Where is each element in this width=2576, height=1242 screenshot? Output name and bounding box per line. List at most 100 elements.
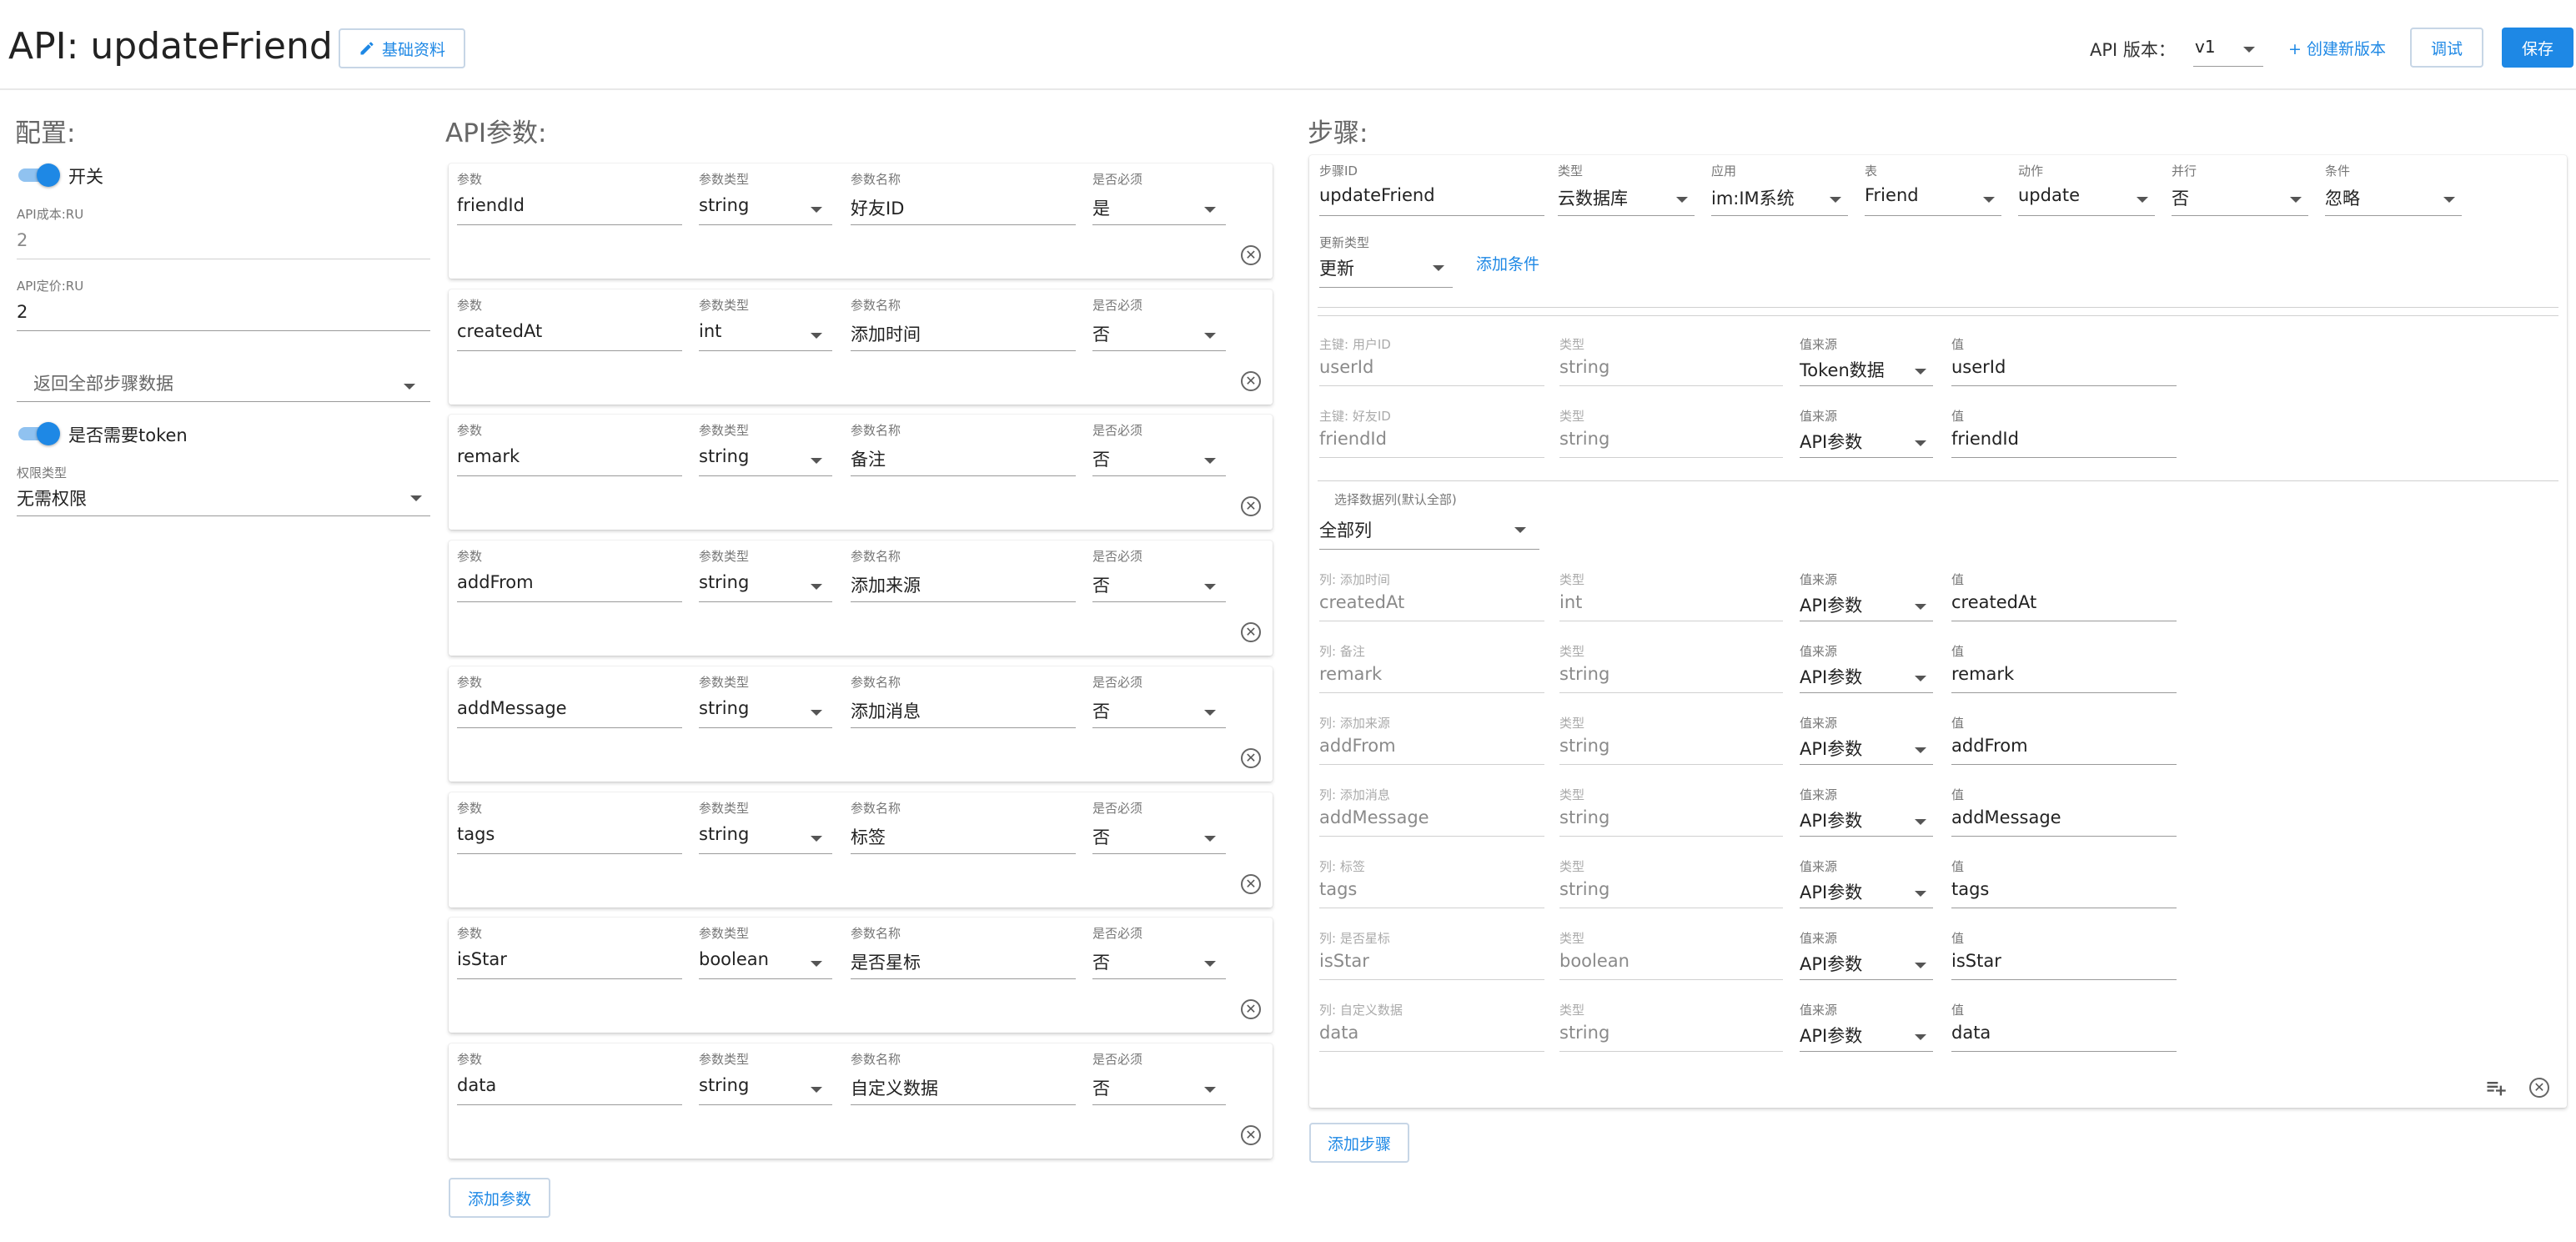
param-type-select[interactable]: string — [699, 189, 832, 225]
field-underline — [457, 350, 682, 351]
param-required-select[interactable]: 否 — [1092, 1069, 1226, 1105]
step-select[interactable]: 否 — [2172, 180, 2308, 217]
chevron-down-icon — [2290, 197, 2302, 203]
param-key-field[interactable]: addFrom — [457, 566, 682, 602]
mapping-value-input[interactable]: data — [1951, 1023, 1991, 1043]
close-circle-icon[interactable]: ✕ — [1241, 622, 1261, 642]
value-source-select[interactable]: API参数 — [1800, 587, 1933, 622]
save-button[interactable]: 保存 — [2502, 28, 2573, 68]
param-key-field[interactable]: isStar — [457, 943, 682, 979]
param-name-field[interactable]: 添加来源 — [851, 566, 1076, 602]
mapping-value-input[interactable]: addMessage — [1951, 807, 2061, 827]
param-field-label: 参数类型 — [699, 926, 750, 941]
add-condition-link[interactable]: 添加条件 — [1476, 252, 1539, 274]
close-circle-icon[interactable]: ✕ — [1241, 371, 1261, 391]
close-circle-icon[interactable]: ✕ — [2529, 1078, 2549, 1098]
param-type-select[interactable]: string — [699, 440, 832, 476]
value-source-select[interactable]: API参数 — [1800, 731, 1933, 766]
permission-select[interactable]: 无需权限 — [17, 482, 430, 519]
close-circle-icon[interactable]: ✕ — [1241, 999, 1261, 1019]
field-underline — [851, 224, 1076, 225]
param-required-select[interactable]: 否 — [1092, 691, 1226, 728]
field-underline — [1951, 764, 2177, 765]
param-key-field[interactable]: tags — [457, 817, 682, 854]
mapping-value-input[interactable]: remark — [1951, 664, 2014, 684]
param-name-field[interactable]: 是否星标 — [851, 943, 1076, 979]
close-circle-icon[interactable]: ✕ — [1241, 245, 1261, 265]
field-underline — [1559, 836, 1783, 837]
param-field-label: 参数 — [457, 1052, 483, 1067]
param-type-select[interactable]: string — [699, 566, 832, 602]
value-source-select[interactable]: API参数 — [1800, 874, 1933, 909]
param-name-field[interactable]: 添加时间 — [851, 314, 1076, 351]
create-version-link[interactable]: + 创建新版本 — [2288, 37, 2386, 59]
mapping-value-input[interactable]: userId — [1951, 357, 2006, 377]
api-version-select[interactable]: v1 — [2193, 30, 2263, 67]
param-key-field[interactable]: addMessage — [457, 691, 682, 728]
field-underline — [1559, 692, 1783, 693]
param-required-select[interactable]: 否 — [1092, 314, 1226, 351]
param-name-field[interactable]: 备注 — [851, 440, 1076, 476]
step-select[interactable]: 忽略 — [2325, 180, 2462, 217]
mapping-value-label: 值 — [1951, 1003, 1965, 1018]
close-circle-icon[interactable]: ✕ — [1241, 496, 1261, 516]
update-type-select[interactable]: 更新 — [1319, 252, 1453, 289]
mapping-value-input[interactable]: isStar — [1951, 951, 2001, 971]
param-type-select[interactable]: boolean — [699, 943, 832, 979]
price-input[interactable]: 2 — [17, 302, 28, 322]
param-required-select[interactable]: 是 — [1092, 189, 1226, 225]
basic-info-button[interactable]: 基础资料 — [339, 28, 465, 68]
select-columns-select[interactable]: 全部列 — [1319, 512, 1539, 550]
step-select[interactable]: update — [2018, 180, 2155, 217]
page-title: API: updateFriend — [8, 25, 333, 68]
mapping-value-input[interactable]: friendId — [1951, 429, 2019, 449]
close-circle-icon[interactable]: ✕ — [1241, 1125, 1261, 1145]
param-key-field[interactable]: friendId — [457, 189, 682, 225]
param-key-field[interactable]: createdAt — [457, 314, 682, 351]
step-select[interactable]: 云数据库 — [1558, 180, 1695, 217]
param-name-field[interactable]: 标签 — [851, 817, 1076, 854]
param-required-select[interactable]: 否 — [1092, 817, 1226, 854]
field-underline — [1951, 836, 2177, 837]
value-source-select[interactable]: API参数 — [1800, 1018, 1933, 1053]
param-required-select[interactable]: 否 — [1092, 440, 1226, 476]
value-source-select[interactable]: API参数 — [1800, 802, 1933, 837]
close-circle-icon[interactable]: ✕ — [1241, 748, 1261, 768]
param-key-field[interactable]: remark — [457, 440, 682, 476]
field-underline — [1559, 457, 1783, 458]
param-name-field[interactable]: 自定义数据 — [851, 1069, 1076, 1105]
playlist-add-icon[interactable] — [2483, 1076, 2508, 1099]
param-name-field[interactable]: 好友ID — [851, 189, 1076, 225]
return-all-select[interactable]: 返回全部步骤数据 — [17, 359, 430, 402]
step-select[interactable]: Friend — [1865, 180, 2001, 217]
enable-toggle[interactable] — [17, 163, 60, 187]
close-circle-icon[interactable]: ✕ — [1241, 874, 1261, 894]
step-id-field[interactable]: updateFriend — [1319, 180, 1544, 217]
value-source-select[interactable]: Token数据 — [1800, 352, 1933, 387]
mapping-value-input[interactable]: addFrom — [1951, 736, 2028, 756]
chevron-down-icon — [1204, 458, 1216, 464]
value-source-select[interactable]: API参数 — [1800, 424, 1933, 459]
token-toggle[interactable] — [17, 421, 60, 445]
value-source-select[interactable]: API参数 — [1800, 659, 1933, 694]
param-required-select[interactable]: 否 — [1092, 566, 1226, 602]
chevron-down-icon — [1204, 333, 1216, 339]
param-field-value: tags — [457, 824, 495, 844]
add-step-button[interactable]: 添加步骤 — [1309, 1123, 1409, 1163]
param-name-field[interactable]: 添加消息 — [851, 691, 1076, 728]
param-type-select[interactable]: string — [699, 1069, 832, 1105]
step-select[interactable]: im:IM系统 — [1711, 180, 1848, 217]
value-source-select[interactable]: API参数 — [1800, 946, 1933, 981]
param-key-field[interactable]: data — [457, 1069, 682, 1105]
add-param-button[interactable]: 添加参数 — [449, 1178, 550, 1218]
param-required-select[interactable]: 否 — [1092, 943, 1226, 979]
mapping-value-input[interactable]: tags — [1951, 879, 1989, 899]
param-field-value: 标签 — [851, 827, 886, 847]
mapping-value-input[interactable]: createdAt — [1951, 592, 2036, 612]
chevron-down-icon — [1204, 836, 1216, 842]
param-type-select[interactable]: string — [699, 691, 832, 728]
param-type-select[interactable]: int — [699, 314, 832, 351]
param-type-select[interactable]: string — [699, 817, 832, 854]
debug-button[interactable]: 调试 — [2410, 28, 2483, 68]
field-underline — [1800, 836, 1933, 837]
